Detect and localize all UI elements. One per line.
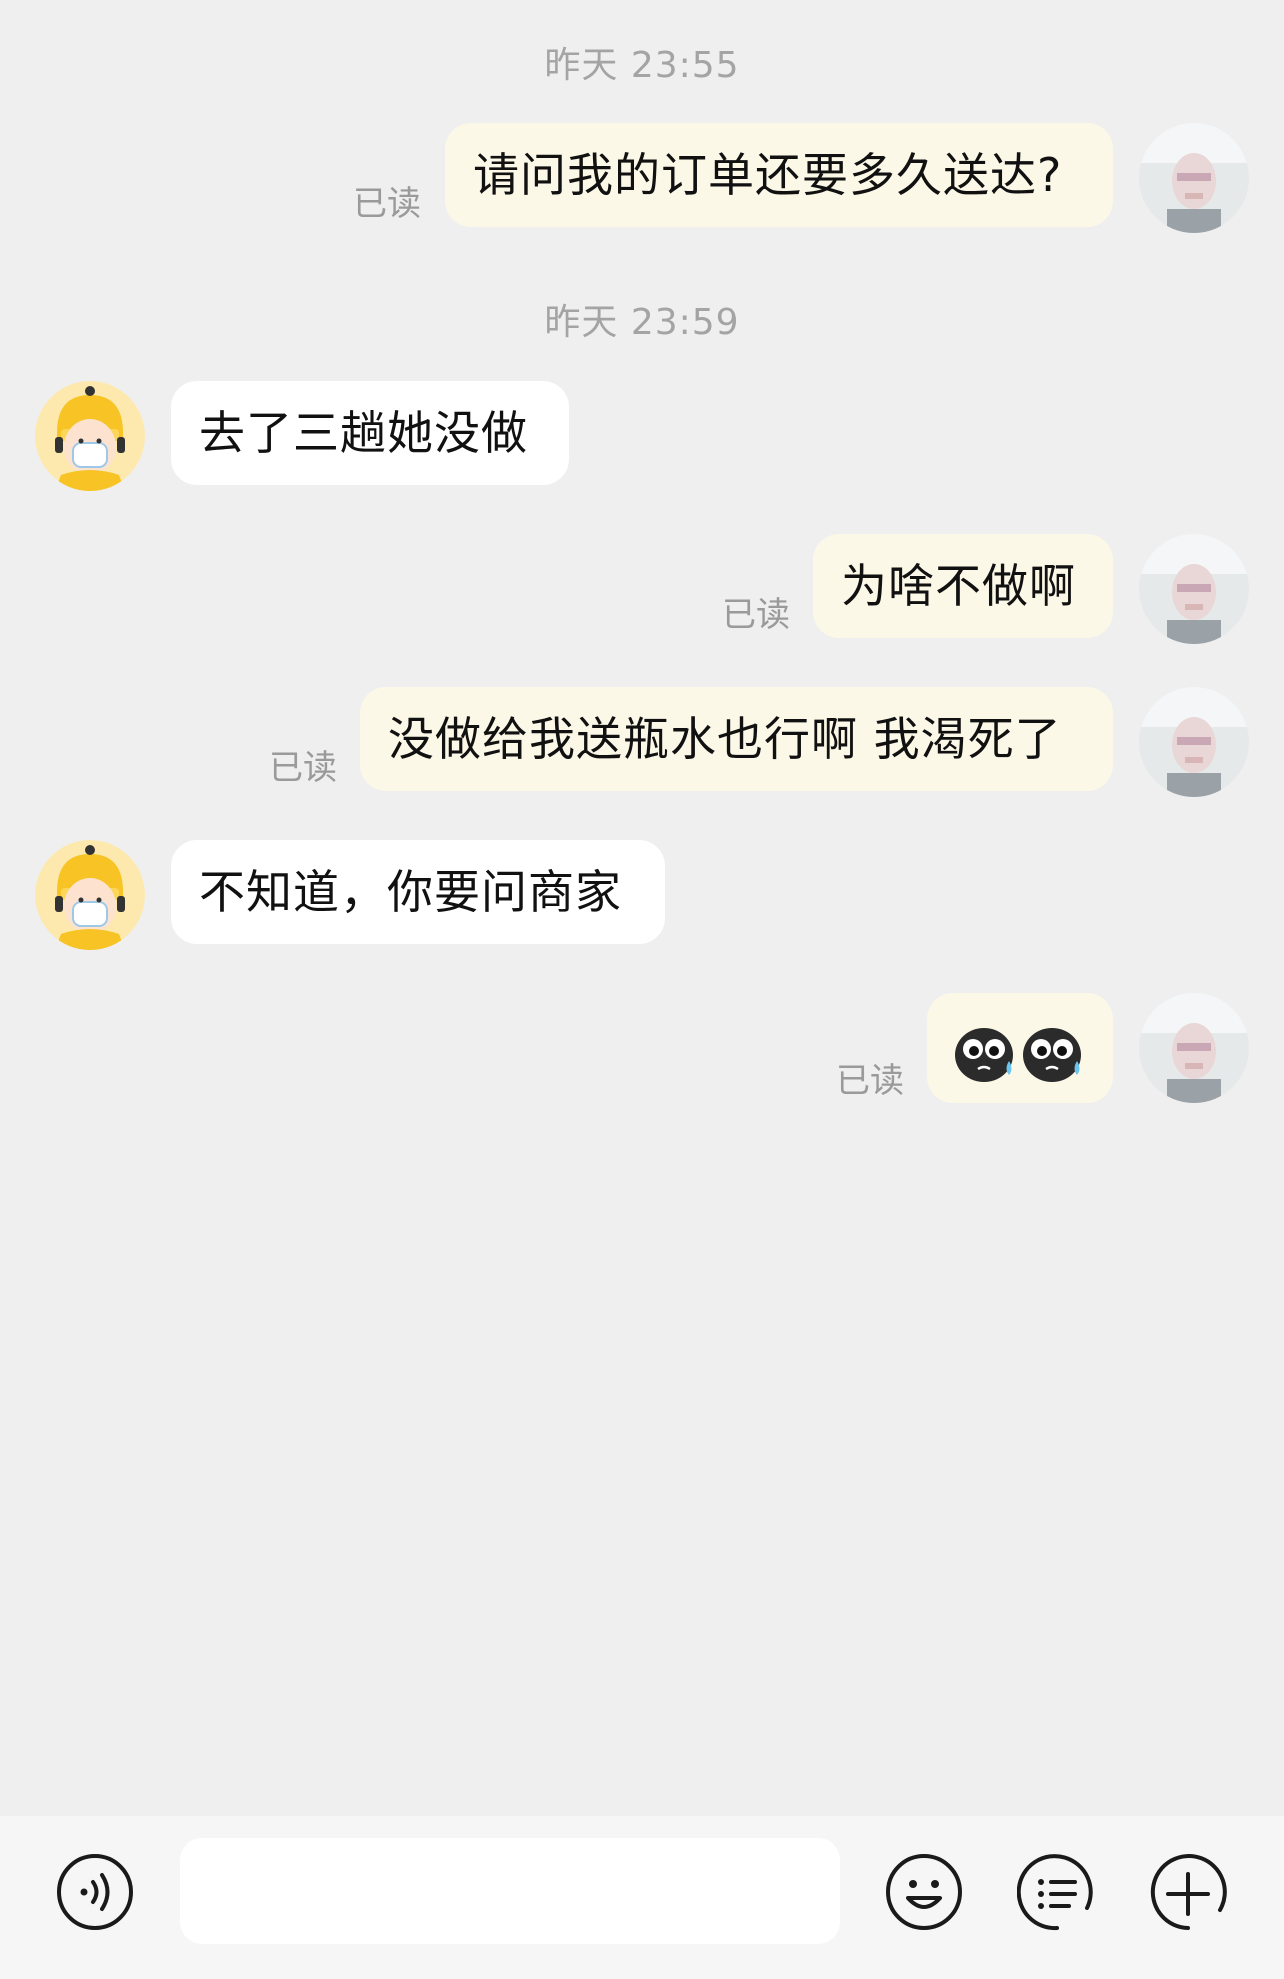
crying-face-icon (953, 1017, 1017, 1121)
message-input-bar (0, 1816, 1284, 1979)
voice-icon[interactable] (55, 1852, 135, 1932)
my-avatar[interactable] (1139, 534, 1249, 644)
my-avatar[interactable] (1139, 123, 1249, 233)
read-receipt: 已读 (353, 184, 421, 224)
emoji-message-bubble[interactable] (927, 993, 1113, 1103)
my-avatar[interactable] (1139, 993, 1249, 1103)
message-bubble[interactable]: 不知道，你要问商家 (171, 840, 665, 944)
message-bubble[interactable]: 请问我的订单还要多久送达? (445, 123, 1113, 227)
courier-avatar[interactable] (35, 840, 145, 950)
crying-face-icon (1021, 1017, 1085, 1121)
read-receipt: 已读 (269, 748, 337, 788)
message-bubble[interactable]: 去了三趟她没做 (171, 381, 569, 485)
read-receipt: 已读 (722, 595, 790, 635)
message-bubble[interactable]: 为啥不做啊 (813, 534, 1113, 638)
timestamp: 昨天 23:55 (544, 45, 740, 86)
message-bubble[interactable]: 没做给我送瓶水也行啊 我渴死了 (360, 687, 1113, 791)
courier-avatar[interactable] (35, 381, 145, 491)
message-input[interactable] (180, 1838, 840, 1944)
quick-reply-icon[interactable] (1017, 1852, 1097, 1932)
read-receipt: 已读 (836, 1061, 904, 1101)
timestamp: 昨天 23:59 (544, 302, 740, 343)
plus-icon[interactable] (1148, 1852, 1228, 1932)
my-avatar[interactable] (1139, 687, 1249, 797)
emoji-icon[interactable] (884, 1852, 964, 1932)
